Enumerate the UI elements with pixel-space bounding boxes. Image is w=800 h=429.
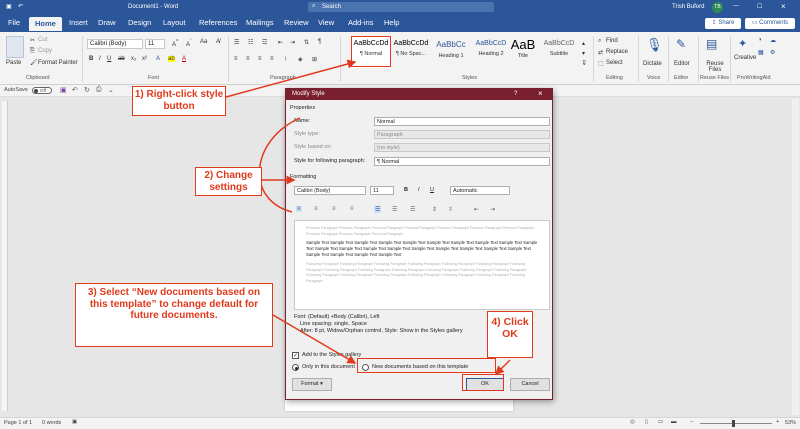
callout-click-ok: 4) Click OK <box>487 311 533 358</box>
arrow-to-new-documents <box>272 314 357 364</box>
callout-new-documents: 3) Select “New documents based on this t… <box>75 283 273 347</box>
annotation-arrows <box>225 59 511 376</box>
callout-right-click: 1) Right-click style button <box>132 86 226 116</box>
arrow-to-ok <box>494 359 511 376</box>
callout-change-settings: 2) Change settings <box>195 167 262 196</box>
settings-bracket <box>258 117 301 213</box>
arrow-to-style-button <box>225 59 357 98</box>
